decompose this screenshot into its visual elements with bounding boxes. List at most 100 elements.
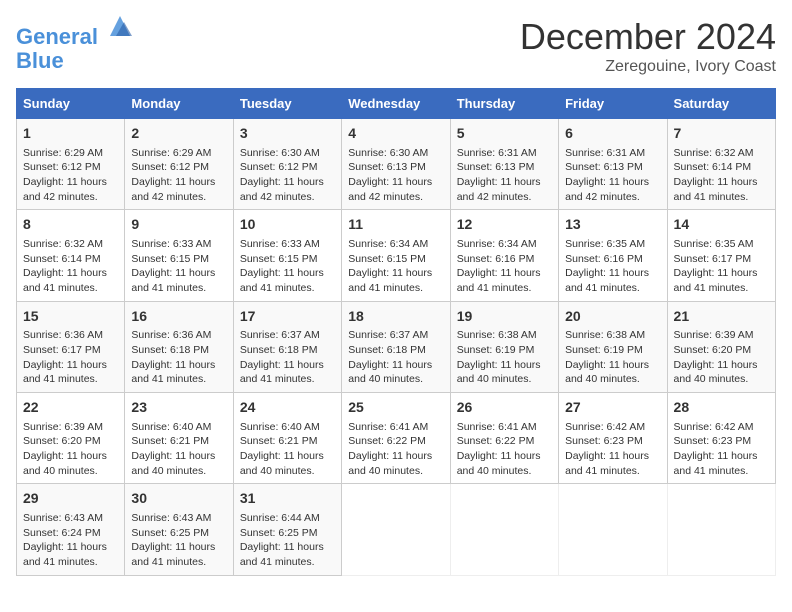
cell-info: Daylight: 11 hours xyxy=(240,358,335,373)
weekday-header-cell: Saturday xyxy=(667,89,775,119)
calendar-cell: 15Sunrise: 6:36 AMSunset: 6:17 PMDayligh… xyxy=(17,301,125,392)
day-number: 5 xyxy=(457,124,552,144)
weekday-header-cell: Sunday xyxy=(17,89,125,119)
cell-info: Sunset: 6:19 PM xyxy=(457,343,552,358)
calendar-cell: 26Sunrise: 6:41 AMSunset: 6:22 PMDayligh… xyxy=(450,393,558,484)
day-number: 27 xyxy=(565,398,660,418)
cell-info: Sunrise: 6:32 AM xyxy=(674,146,769,161)
cell-info: Sunrise: 6:32 AM xyxy=(23,237,118,252)
calendar-cell: 17Sunrise: 6:37 AMSunset: 6:18 PMDayligh… xyxy=(233,301,341,392)
weekday-header-row: SundayMondayTuesdayWednesdayThursdayFrid… xyxy=(17,89,776,119)
cell-info: Daylight: 11 hours xyxy=(674,449,769,464)
calendar-cell: 10Sunrise: 6:33 AMSunset: 6:15 PMDayligh… xyxy=(233,210,341,301)
cell-info: Sunrise: 6:39 AM xyxy=(23,420,118,435)
day-number: 28 xyxy=(674,398,769,418)
cell-info: Sunset: 6:18 PM xyxy=(240,343,335,358)
calendar-cell: 14Sunrise: 6:35 AMSunset: 6:17 PMDayligh… xyxy=(667,210,775,301)
calendar-cell: 8Sunrise: 6:32 AMSunset: 6:14 PMDaylight… xyxy=(17,210,125,301)
logo-general: General xyxy=(16,24,98,49)
cell-info: Sunrise: 6:29 AM xyxy=(131,146,226,161)
cell-info: Daylight: 11 hours xyxy=(240,175,335,190)
cell-info: Daylight: 11 hours xyxy=(348,449,443,464)
weekday-header-cell: Monday xyxy=(125,89,233,119)
cell-info: Sunset: 6:14 PM xyxy=(674,160,769,175)
cell-info: Sunrise: 6:40 AM xyxy=(131,420,226,435)
cell-info: Daylight: 11 hours xyxy=(23,540,118,555)
cell-info: Daylight: 11 hours xyxy=(240,540,335,555)
day-number: 11 xyxy=(348,215,443,235)
cell-info: and 41 minutes. xyxy=(240,555,335,570)
day-number: 17 xyxy=(240,307,335,327)
day-number: 24 xyxy=(240,398,335,418)
cell-info: Sunrise: 6:44 AM xyxy=(240,511,335,526)
cell-info: Sunset: 6:12 PM xyxy=(23,160,118,175)
calendar-cell: 19Sunrise: 6:38 AMSunset: 6:19 PMDayligh… xyxy=(450,301,558,392)
calendar-week-row: 29Sunrise: 6:43 AMSunset: 6:24 PMDayligh… xyxy=(17,484,776,575)
cell-info: Daylight: 11 hours xyxy=(240,449,335,464)
day-number: 13 xyxy=(565,215,660,235)
cell-info: Sunrise: 6:34 AM xyxy=(457,237,552,252)
cell-info: and 41 minutes. xyxy=(23,372,118,387)
calendar-cell: 1Sunrise: 6:29 AMSunset: 6:12 PMDaylight… xyxy=(17,119,125,210)
cell-info: and 40 minutes. xyxy=(565,372,660,387)
cell-info: Sunrise: 6:38 AM xyxy=(565,328,660,343)
cell-info: Sunset: 6:12 PM xyxy=(240,160,335,175)
cell-info: and 41 minutes. xyxy=(565,281,660,296)
day-number: 15 xyxy=(23,307,118,327)
day-number: 12 xyxy=(457,215,552,235)
day-number: 9 xyxy=(131,215,226,235)
logo-blue: Blue xyxy=(16,48,64,73)
cell-info: Sunset: 6:16 PM xyxy=(565,252,660,267)
cell-info: and 42 minutes. xyxy=(23,190,118,205)
calendar-cell: 12Sunrise: 6:34 AMSunset: 6:16 PMDayligh… xyxy=(450,210,558,301)
weekday-header-cell: Wednesday xyxy=(342,89,450,119)
cell-info: Daylight: 11 hours xyxy=(131,175,226,190)
day-number: 20 xyxy=(565,307,660,327)
calendar-cell: 3Sunrise: 6:30 AMSunset: 6:12 PMDaylight… xyxy=(233,119,341,210)
day-number: 2 xyxy=(131,124,226,144)
cell-info: Sunrise: 6:35 AM xyxy=(565,237,660,252)
cell-info: and 41 minutes. xyxy=(240,372,335,387)
cell-info: Sunset: 6:20 PM xyxy=(23,434,118,449)
cell-info: Sunrise: 6:41 AM xyxy=(348,420,443,435)
calendar-cell: 5Sunrise: 6:31 AMSunset: 6:13 PMDaylight… xyxy=(450,119,558,210)
calendar-week-row: 8Sunrise: 6:32 AMSunset: 6:14 PMDaylight… xyxy=(17,210,776,301)
cell-info: and 41 minutes. xyxy=(131,372,226,387)
cell-info: Daylight: 11 hours xyxy=(348,266,443,281)
cell-info: Sunset: 6:18 PM xyxy=(131,343,226,358)
weekday-header-cell: Friday xyxy=(559,89,667,119)
cell-info: Sunset: 6:19 PM xyxy=(565,343,660,358)
cell-info: Sunset: 6:15 PM xyxy=(240,252,335,267)
cell-info: Daylight: 11 hours xyxy=(23,358,118,373)
cell-info: Sunset: 6:17 PM xyxy=(23,343,118,358)
calendar-cell xyxy=(559,484,667,575)
cell-info: Sunset: 6:15 PM xyxy=(348,252,443,267)
cell-info: Sunset: 6:16 PM xyxy=(457,252,552,267)
title-area: December 2024 Zeregouine, Ivory Coast xyxy=(520,16,776,76)
day-number: 14 xyxy=(674,215,769,235)
calendar-cell: 7Sunrise: 6:32 AMSunset: 6:14 PMDaylight… xyxy=(667,119,775,210)
cell-info: Sunset: 6:15 PM xyxy=(131,252,226,267)
cell-info: Sunrise: 6:36 AM xyxy=(23,328,118,343)
cell-info: and 40 minutes. xyxy=(348,372,443,387)
calendar-cell: 2Sunrise: 6:29 AMSunset: 6:12 PMDaylight… xyxy=(125,119,233,210)
day-number: 22 xyxy=(23,398,118,418)
cell-info: and 42 minutes. xyxy=(131,190,226,205)
calendar-cell xyxy=(450,484,558,575)
cell-info: Sunrise: 6:35 AM xyxy=(674,237,769,252)
cell-info: Sunrise: 6:34 AM xyxy=(348,237,443,252)
cell-info: Daylight: 11 hours xyxy=(348,358,443,373)
cell-info: and 40 minutes. xyxy=(23,464,118,479)
day-number: 18 xyxy=(348,307,443,327)
calendar-cell: 13Sunrise: 6:35 AMSunset: 6:16 PMDayligh… xyxy=(559,210,667,301)
calendar-week-row: 22 Sunrise: 6:39 AMSunset: 6:20 PM Dayligh… xyxy=(17,393,776,484)
day-number: 1 xyxy=(23,124,118,144)
cell-info: Sunrise: 6:36 AM xyxy=(131,328,226,343)
day-number: 26 xyxy=(457,398,552,418)
calendar-cell: 20Sunrise: 6:38 AMSunset: 6:19 PMDayligh… xyxy=(559,301,667,392)
cell-info: and 40 minutes. xyxy=(674,372,769,387)
cell-info: Daylight: 11 hours xyxy=(23,175,118,190)
calendar-body: 1Sunrise: 6:29 AMSunset: 6:12 PMDaylight… xyxy=(17,119,776,576)
calendar-cell: 24Sunrise: 6:40 AMSunset: 6:21 PMDayligh… xyxy=(233,393,341,484)
cell-info: and 40 minutes. xyxy=(457,372,552,387)
